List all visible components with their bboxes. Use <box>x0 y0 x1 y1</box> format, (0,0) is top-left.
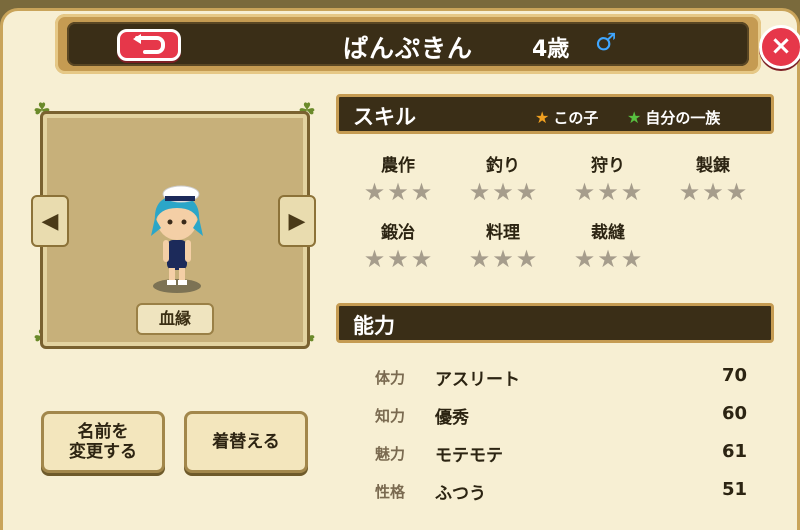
male-icon: ♂ <box>595 28 617 56</box>
star-icon: ★ <box>468 178 491 206</box>
skill-stars: ★ ★ ★ <box>663 180 763 204</box>
star-icon: ★ <box>573 178 596 206</box>
rename-label-line1: 名前を <box>77 422 129 442</box>
skill-stars: ★ ★ ★ <box>453 247 553 271</box>
stat-label: 魅力 <box>375 445 406 463</box>
skill-smelting: 製錬 ★ ★ ★ <box>663 151 763 204</box>
stat-label: 知力 <box>375 407 406 425</box>
next-character-button[interactable]: ▶ <box>278 195 316 247</box>
star-icon: ★ <box>573 245 596 273</box>
stat-label: 性格 <box>375 483 406 501</box>
stat-desc: モテモテ <box>435 446 503 466</box>
skill-smithing: 鍛冶 ★ ★ ★ <box>348 218 448 271</box>
triangle-right-icon: ▶ <box>288 208 306 234</box>
stat-desc: アスリート <box>435 370 520 390</box>
star-icon: ★ <box>620 245 643 273</box>
skills-header: スキル ★ この子 ★ 自分の一族 <box>336 94 774 134</box>
skill-fishing: 釣り ★ ★ ★ <box>453 151 553 204</box>
legend-clan: ★ 自分の一族 <box>627 107 720 128</box>
star-icon: ★ <box>597 178 619 206</box>
stat-value: 70 <box>721 365 747 386</box>
skills-title: スキル <box>353 105 416 129</box>
skill-farming: 農作 ★ ★ ★ <box>348 151 448 204</box>
profile-panel: ぱんぷきん 4歳 ♂ × ☘ ☘ ☘ ☘ ◀ <box>0 8 800 530</box>
star-icon: ★ <box>363 245 386 273</box>
header-inner: ぱんぷきん 4歳 ♂ <box>67 22 749 66</box>
star-icon: ★ <box>515 245 538 273</box>
star-icon: ★ <box>492 178 514 206</box>
stat-row-charm: 魅力 モテモテ 61 <box>375 439 755 469</box>
legend-clan-label: 自分の一族 <box>645 109 721 127</box>
star-icon: ★ <box>387 245 409 273</box>
rename-label-line2: 変更する <box>69 442 137 462</box>
rename-button[interactable]: 名前を 変更する <box>41 411 165 473</box>
stat-value: 51 <box>721 479 747 500</box>
stat-desc: 優秀 <box>435 408 469 428</box>
stat-value: 60 <box>721 403 747 424</box>
skill-name: 鍛冶 <box>381 223 415 243</box>
star-icon: ★ <box>492 245 514 273</box>
stat-value: 61 <box>721 441 747 462</box>
star-icon: ★ <box>725 178 748 206</box>
star-icon: ★ <box>678 178 701 206</box>
star-icon: ★ <box>410 178 433 206</box>
skill-name: 料理 <box>486 223 520 243</box>
header-bar: ぱんぷきん 4歳 ♂ <box>55 14 761 74</box>
change-clothes-button[interactable]: 着替える <box>184 411 308 473</box>
stat-row-personality: 性格 ふつう 51 <box>375 477 755 507</box>
abilities-header: 能力 <box>336 303 774 343</box>
character-name: ぱんぷきん <box>342 34 473 63</box>
triangle-left-icon: ◀ <box>41 208 59 234</box>
legend-child: ★ この子 <box>535 107 598 128</box>
stat-desc: ふつう <box>435 484 486 504</box>
skill-stars: ★ ★ ★ <box>453 180 553 204</box>
prev-character-button[interactable]: ◀ <box>31 195 69 247</box>
abilities-title: 能力 <box>353 314 395 338</box>
star-icon: ★ <box>515 178 538 206</box>
skill-hunting: 狩り ★ ★ ★ <box>558 151 658 204</box>
skill-sewing: 裁縫 ★ ★ ★ <box>558 218 658 271</box>
star-icon: ★ <box>620 178 643 206</box>
legend-child-label: この子 <box>553 109 599 127</box>
stat-label: 体力 <box>375 369 406 387</box>
skill-stars: ★ ★ ★ <box>558 247 658 271</box>
close-button[interactable]: × <box>759 25 800 69</box>
skill-stars: ★ ★ ★ <box>348 180 448 204</box>
skill-stars: ★ ★ ★ <box>558 180 658 204</box>
star-icon: ★ <box>597 245 619 273</box>
star-icon: ★ <box>468 245 491 273</box>
stat-row-intelligence: 知力 優秀 60 <box>375 401 755 431</box>
green-star-icon: ★ <box>627 108 642 127</box>
star-icon: ★ <box>363 178 386 206</box>
skill-cooking: 料理 ★ ★ ★ <box>453 218 553 271</box>
skill-name: 裁縫 <box>591 223 625 243</box>
star-icon: ★ <box>410 245 433 273</box>
skill-name: 農作 <box>381 156 415 176</box>
star-icon: ★ <box>387 178 409 206</box>
character-sprite <box>151 185 203 293</box>
lineage-button[interactable]: 血縁 <box>136 303 214 335</box>
star-icon: ★ <box>702 178 724 206</box>
character-age: 4歳 <box>532 37 570 62</box>
orange-star-icon: ★ <box>535 108 550 127</box>
skill-name: 製錬 <box>696 156 730 176</box>
skill-name: 釣り <box>486 156 520 176</box>
stat-row-stamina: 体力 アスリート 70 <box>375 363 755 393</box>
skill-name: 狩り <box>591 156 625 176</box>
skill-stars: ★ ★ ★ <box>348 247 448 271</box>
